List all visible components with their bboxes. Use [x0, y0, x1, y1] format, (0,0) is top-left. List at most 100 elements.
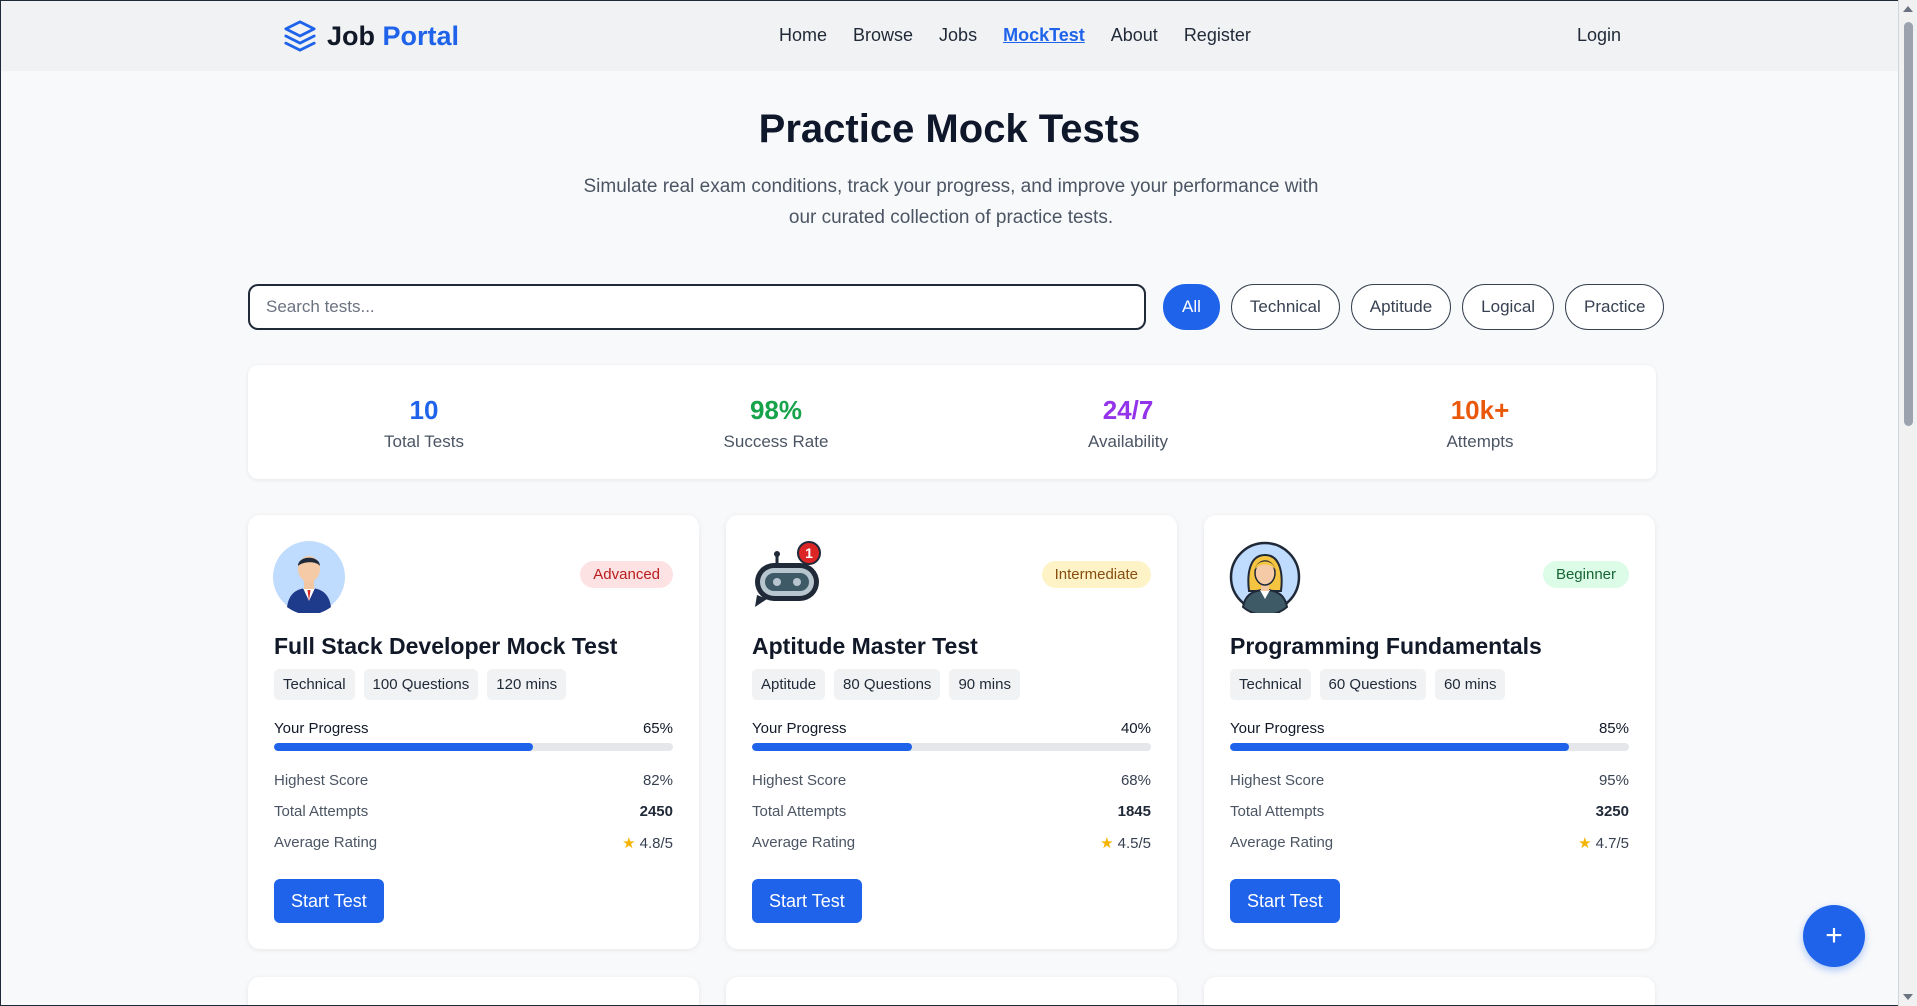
- test-card-partial: [726, 977, 1177, 1005]
- scroll-up-icon[interactable]: [1903, 6, 1913, 12]
- difficulty-badge: Advanced: [580, 561, 673, 588]
- highest-score-value: 95%: [1598, 772, 1629, 789]
- nav-link-jobs[interactable]: Jobs: [939, 25, 977, 46]
- test-card-programming: Beginner Programming Fundamentals Techni…: [1204, 515, 1655, 949]
- page-frame: Job Portal Home Browse Jobs MockTest Abo…: [0, 0, 1898, 1006]
- average-rating-row: Average Rating ★ 4.8/5: [274, 834, 673, 852]
- highest-score-row: Highest Score 95%: [1230, 772, 1629, 789]
- highest-score-value: 82%: [642, 772, 673, 789]
- chatbot-notification-icon: 1: [755, 541, 821, 607]
- test-tags: Technical 100 Questions 120 mins: [274, 669, 567, 700]
- test-title: Full Stack Developer Mock Test: [274, 633, 618, 659]
- average-rating-label: Average Rating: [1230, 834, 1334, 851]
- filter-chip-technical[interactable]: Technical: [1230, 284, 1340, 330]
- highest-score-value: 68%: [1120, 772, 1151, 789]
- scrollbar-thumb[interactable]: [1904, 22, 1913, 426]
- nav-link-register[interactable]: Register: [1184, 25, 1251, 46]
- average-rating-row: Average Rating ★ 4.5/5: [752, 834, 1151, 852]
- test-title: Aptitude Master Test: [752, 633, 978, 659]
- start-test-button[interactable]: Start Test: [274, 879, 384, 923]
- difficulty-badge: Beginner: [1542, 561, 1629, 588]
- plus-icon: +: [1825, 919, 1843, 952]
- stat-value: 10: [409, 395, 439, 425]
- tag-questions: 60 Questions: [1319, 669, 1426, 700]
- start-test-button[interactable]: Start Test: [1230, 879, 1340, 923]
- progress-label: Your Progress: [1230, 720, 1325, 737]
- total-attempts-row: Total Attempts 1845: [752, 803, 1151, 820]
- test-card-aptitude: 1 Intermediate Aptitude Master Test Apti…: [726, 515, 1177, 949]
- nav-link-browse[interactable]: Browse: [853, 25, 913, 46]
- total-attempts-row: Total Attempts 3250: [1230, 803, 1629, 820]
- progress-fill: [1230, 743, 1570, 751]
- filter-chip-all[interactable]: All: [1163, 284, 1220, 330]
- layers-icon: [284, 20, 316, 52]
- tag-questions: 100 Questions: [363, 669, 479, 700]
- highest-score-row: Highest Score 82%: [274, 772, 673, 789]
- progress-percent: 65%: [642, 720, 673, 737]
- test-card-partial: [248, 977, 699, 1005]
- stat-label: Attempts: [1446, 432, 1514, 451]
- stat-total-tests: 10 Total Tests: [248, 365, 600, 479]
- highest-score-label: Highest Score: [752, 772, 847, 789]
- test-card-partial: [1204, 977, 1655, 1005]
- progress-bar: [1230, 743, 1629, 751]
- progress-percent: 40%: [1120, 720, 1151, 737]
- stat-label: Availability: [1087, 432, 1168, 451]
- navbar: Job Portal Home Browse Jobs MockTest Abo…: [1, 1, 1898, 71]
- test-tags: Technical 60 Questions 60 mins: [1230, 669, 1506, 700]
- star-icon: ★: [1578, 835, 1592, 852]
- highest-score-row: Highest Score 68%: [752, 772, 1151, 789]
- test-card-full-stack: Advanced Full Stack Developer Mock Test …: [248, 515, 699, 949]
- progress-fill: [752, 743, 912, 751]
- tag-duration: 90 mins: [949, 669, 1020, 700]
- nav-link-home[interactable]: Home: [779, 25, 827, 46]
- star-icon: ★: [622, 835, 636, 852]
- tag-category: Technical: [1230, 669, 1311, 700]
- stat-availability: 24/7 Availability: [952, 365, 1304, 479]
- progress-bar: [752, 743, 1151, 751]
- stats-panel: 10 Total Tests 98% Success Rate 24/7 Ava…: [248, 365, 1656, 479]
- filter-chip-practice[interactable]: Practice: [1565, 284, 1665, 330]
- nav-link-mocktest[interactable]: MockTest: [1003, 25, 1085, 46]
- tag-questions: 80 Questions: [834, 669, 941, 700]
- scrollbar[interactable]: [1898, 0, 1917, 1006]
- stat-value: 98%: [749, 395, 803, 425]
- brand-logo[interactable]: Job Portal: [283, 19, 459, 53]
- nav-link-about[interactable]: About: [1111, 25, 1158, 46]
- add-button[interactable]: +: [1803, 905, 1865, 967]
- highest-score-label: Highest Score: [1230, 772, 1325, 789]
- businessman-avatar-icon: [273, 541, 345, 613]
- search-input[interactable]: [248, 284, 1146, 330]
- total-attempts-value: 3250: [1595, 803, 1629, 820]
- total-attempts-row: Total Attempts 2450: [274, 803, 673, 820]
- filter-chips: All Technical Aptitude Logical Practice: [1163, 284, 1665, 330]
- progress-bar: [274, 743, 673, 751]
- average-rating-label: Average Rating: [752, 834, 856, 851]
- average-rating-value: ★ 4.7/5: [1578, 835, 1629, 852]
- login-link[interactable]: Login: [1577, 25, 1621, 46]
- filter-chip-aptitude[interactable]: Aptitude: [1350, 284, 1452, 330]
- page-title: Practice Mock Tests: [758, 107, 1141, 151]
- stat-label: Success Rate: [723, 432, 829, 451]
- average-rating-row: Average Rating ★ 4.7/5: [1230, 834, 1629, 852]
- star-icon: ★: [1100, 835, 1114, 852]
- difficulty-badge: Intermediate: [1041, 561, 1151, 588]
- total-attempts-label: Total Attempts: [752, 803, 847, 820]
- average-rating-value: ★ 4.8/5: [622, 835, 673, 852]
- brand-name: Job Portal: [327, 20, 460, 51]
- stat-success-rate: 98% Success Rate: [600, 365, 952, 479]
- start-test-button[interactable]: Start Test: [752, 879, 862, 923]
- progress-fill: [274, 743, 534, 751]
- progress-label: Your Progress: [274, 720, 369, 737]
- tag-duration: 60 mins: [1434, 669, 1506, 700]
- progress-label: Your Progress: [752, 720, 847, 737]
- stat-value: 24/7: [1102, 395, 1154, 425]
- progress-percent: 85%: [1598, 720, 1629, 737]
- test-title: Programming Fundamentals: [1230, 633, 1542, 659]
- filter-chip-logical[interactable]: Logical: [1462, 284, 1555, 330]
- stat-value: 10k+: [1450, 395, 1510, 425]
- total-attempts-value: 1845: [1117, 803, 1151, 820]
- tag-category: Technical: [274, 669, 355, 700]
- highest-score-label: Highest Score: [274, 772, 369, 789]
- scroll-down-icon[interactable]: [1903, 994, 1913, 1000]
